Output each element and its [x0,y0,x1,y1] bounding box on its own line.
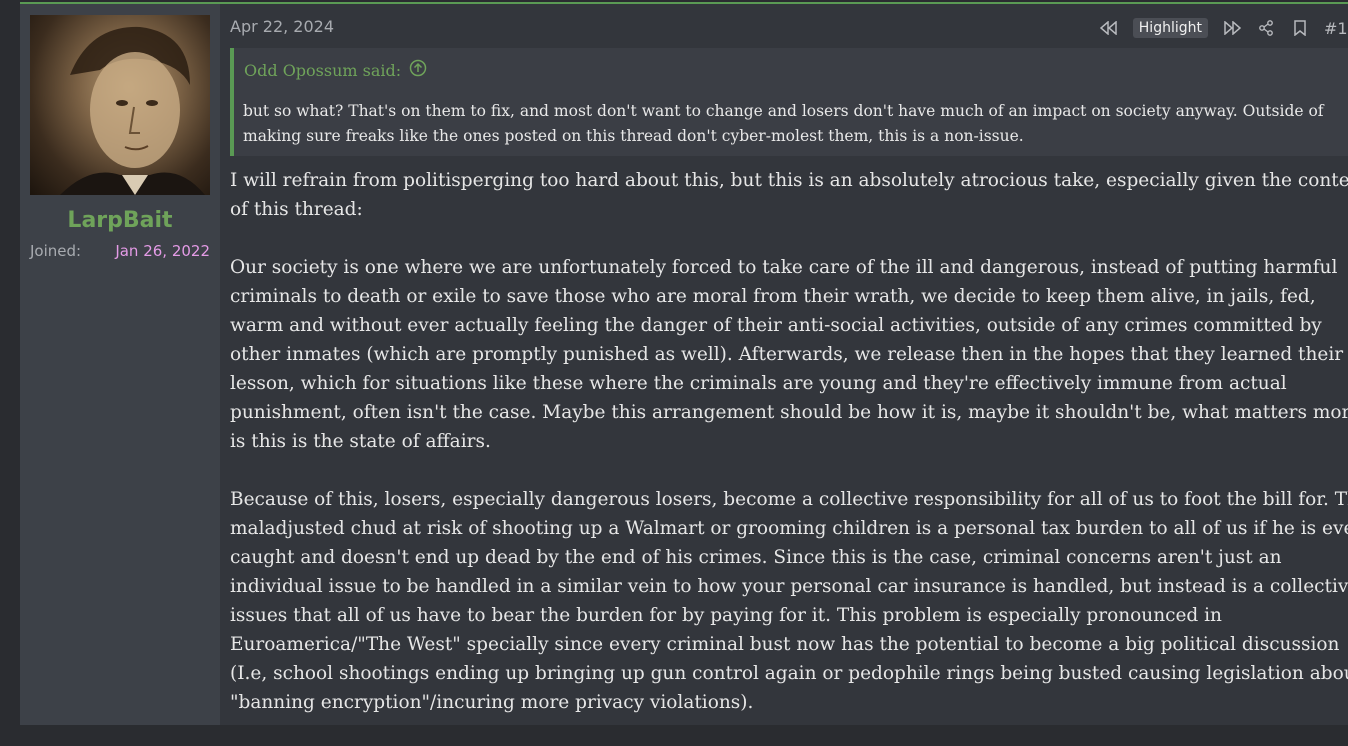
post-body: I will refrain from politisperging too h… [230,166,1348,746]
share-icon[interactable] [1256,18,1276,38]
post-number[interactable]: #139 [1324,19,1348,38]
arrow-up-circle-icon[interactable] [409,59,427,81]
post-date[interactable]: Apr 22, 2024 [230,17,334,36]
forum-post: LarpBait Joined: Jan 26, 2022 Apr 22, 20… [20,2,1348,725]
post-paragraph: I will refrain from politisperging too h… [230,170,1348,220]
quote-text: but so what? That's on them to fix, and … [243,102,1324,145]
quote-header[interactable]: Odd Opossum said: [244,59,427,81]
avatar-portrait-image [60,26,205,195]
joined-date: Jan 26, 2022 [115,242,210,260]
post-paragraph: Our society is one where we are unfortun… [230,257,1348,452]
quote-block: Odd Opossum said: but so what? That's on… [230,48,1348,156]
user-info-panel: LarpBait Joined: Jan 26, 2022 [20,4,220,725]
page-gutter [0,0,20,723]
highlight-button[interactable]: Highlight [1132,18,1208,38]
rewind-icon[interactable] [1099,18,1119,38]
avatar[interactable] [30,15,210,195]
post-paragraph: Because of this, losers, especially dang… [230,489,1348,713]
joined-label: Joined: [30,242,82,260]
bookmark-icon[interactable] [1290,18,1310,38]
username[interactable]: LarpBait [20,208,220,233]
fast-forward-icon[interactable] [1222,18,1242,38]
quote-author[interactable]: Odd Opossum said: [244,61,401,80]
post-actions-bar: Highlight #139 [1099,16,1348,40]
post-content: Apr 22, 2024 Highlight #139 Odd Opossum … [220,4,1348,725]
